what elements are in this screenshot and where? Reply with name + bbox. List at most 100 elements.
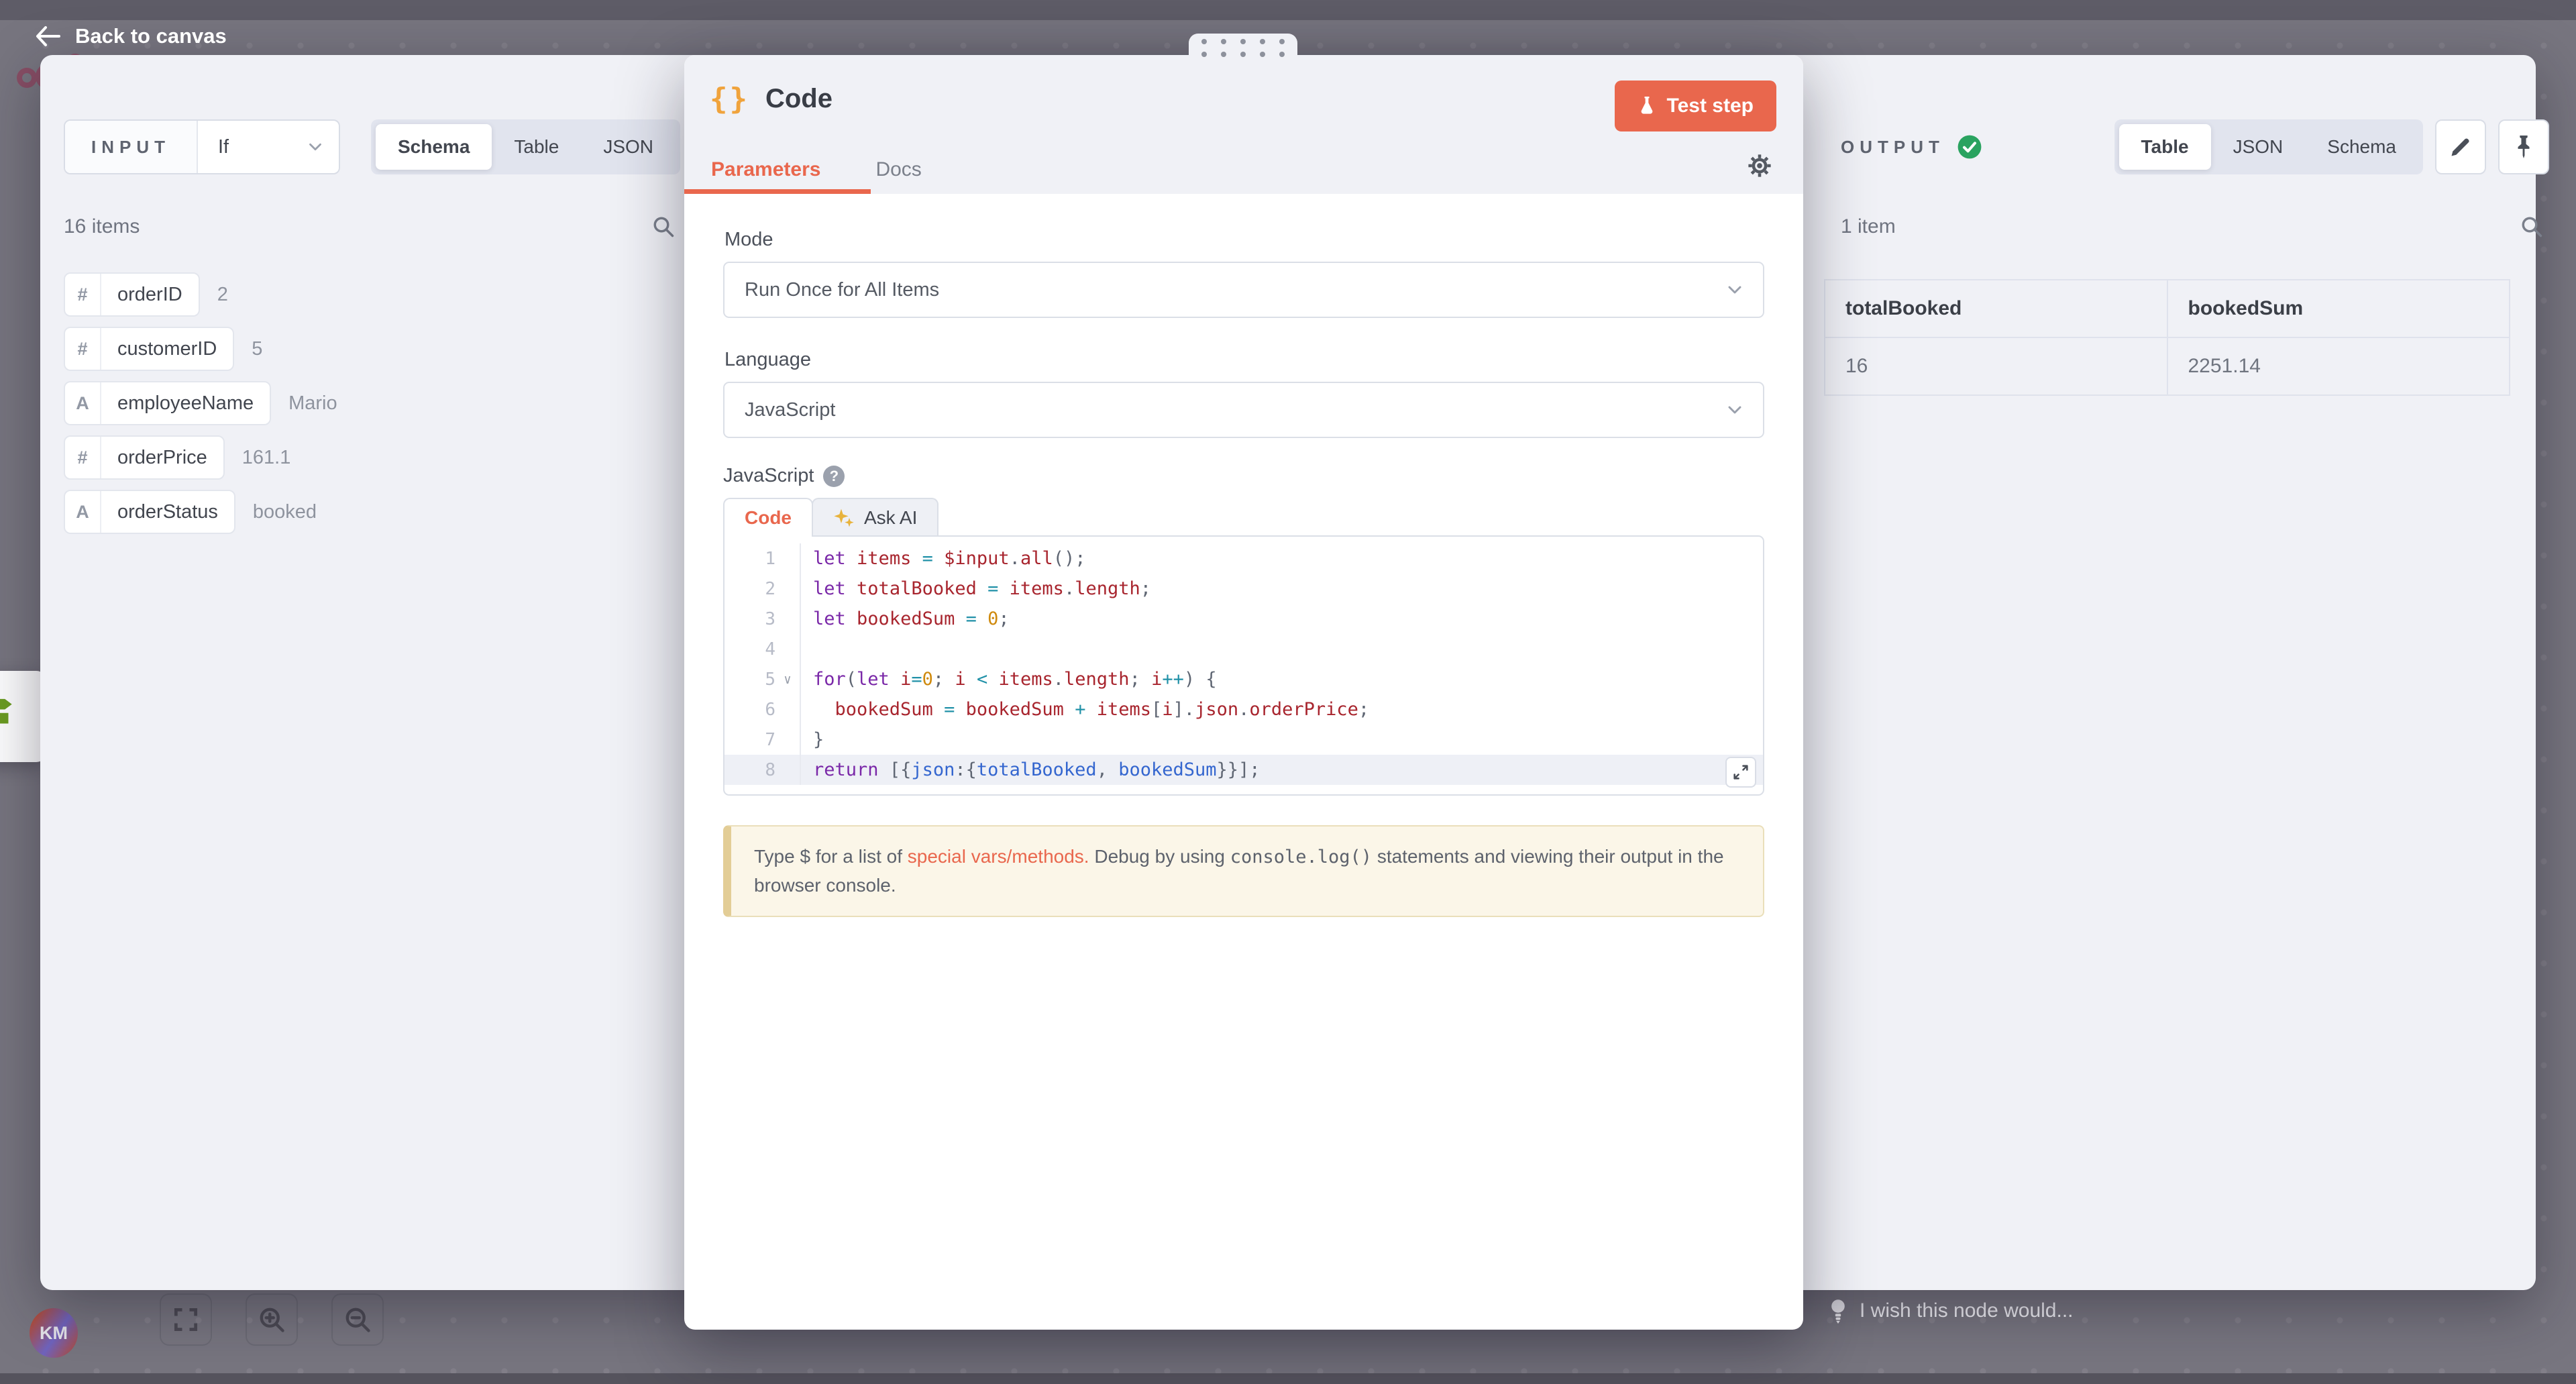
- node-feedback-link[interactable]: I wish this node would...: [1829, 1297, 2074, 1324]
- schema-field-pill[interactable]: # orderID: [64, 272, 200, 317]
- schema-field-pill[interactable]: A employeeName: [64, 381, 271, 425]
- code-node-modal: {} Code Test step Parameters Docs: [684, 55, 1803, 1330]
- code-line[interactable]: 4: [724, 634, 1763, 664]
- gear-icon: [1746, 152, 1774, 180]
- editor-gutter: 6: [724, 694, 801, 725]
- field-type-icon: #: [65, 274, 101, 315]
- output-tab-schema[interactable]: Schema: [2305, 124, 2418, 170]
- output-cell: 16: [1825, 337, 2167, 395]
- if-node-icon: [0, 694, 23, 739]
- schema-field-pill[interactable]: A orderStatus: [64, 490, 235, 534]
- editor-tab-ask-ai[interactable]: Ask AI: [812, 498, 938, 537]
- line-number: 1: [731, 549, 775, 569]
- input-view-tabs: Schema Table JSON: [371, 119, 680, 174]
- schema-field-row: A employeeName Mario: [64, 381, 337, 425]
- ask-ai-label: Ask AI: [864, 507, 917, 529]
- code-line[interactable]: 1 let items = $input.all();: [724, 543, 1763, 574]
- output-tab-table[interactable]: Table: [2119, 124, 2211, 170]
- avatar-initials: KM: [40, 1323, 68, 1344]
- zoom-out-icon: [343, 1305, 372, 1334]
- editor-gutter: 8: [724, 755, 801, 785]
- code-text: return [{json:{totalBooked, bookedSum}}]…: [801, 759, 1260, 780]
- field-name: employeeName: [101, 382, 270, 424]
- line-number: 6: [731, 700, 775, 720]
- code-editor[interactable]: 1 let items = $input.all(); 2 let totalB…: [723, 535, 1764, 796]
- code-line[interactable]: 3 let bookedSum = 0;: [724, 604, 1763, 634]
- code-line[interactable]: 2 let totalBooked = items.length;: [724, 574, 1763, 604]
- output-column-header: totalBooked: [1825, 280, 2167, 337]
- back-to-canvas-link[interactable]: Back to canvas: [35, 24, 227, 48]
- test-step-button[interactable]: Test step: [1615, 81, 1776, 131]
- expand-editor-button[interactable]: [1725, 757, 1756, 788]
- field-value: 161.1: [242, 447, 291, 469]
- user-avatar[interactable]: KM: [30, 1308, 78, 1358]
- input-tab-table[interactable]: Table: [492, 124, 581, 170]
- back-to-canvas-label: Back to canvas: [75, 24, 227, 48]
- schema-field-row: A orderStatus booked: [64, 490, 337, 534]
- editor-label: JavaScript: [723, 465, 814, 487]
- code-line[interactable]: 7 }: [724, 725, 1763, 755]
- fit-view-icon: [171, 1305, 201, 1334]
- hint-code: console.log(): [1230, 847, 1372, 867]
- line-number: 4: [731, 639, 775, 659]
- field-value: Mario: [288, 392, 337, 415]
- window-bottom-strip: [0, 1373, 2576, 1384]
- chevron-down-icon: [1724, 279, 1746, 301]
- pin-data-button[interactable]: [2498, 119, 2549, 174]
- schema-field-row: # customerID 5: [64, 327, 337, 371]
- field-value: 5: [252, 338, 262, 360]
- code-node-icon: {}: [710, 82, 749, 116]
- edit-output-button[interactable]: [2435, 119, 2486, 174]
- code-line[interactable]: 6 bookedSum = bookedSum + items[i].json.…: [724, 694, 1763, 725]
- search-icon[interactable]: [2520, 215, 2544, 239]
- output-tab-json[interactable]: JSON: [2211, 124, 2306, 170]
- node-feedback-label: I wish this node would...: [1860, 1299, 2074, 1322]
- code-line[interactable]: 5 ∨ for(let i=0; i < items.length; i++) …: [724, 664, 1763, 694]
- tab-parameters[interactable]: Parameters: [711, 158, 820, 181]
- output-cell: 2251.14: [2167, 337, 2510, 395]
- language-select[interactable]: JavaScript: [723, 382, 1764, 438]
- input-source-combo: INPUT If: [64, 119, 340, 174]
- output-panel: OUTPUT Table JSON Schema 1: [1803, 55, 2576, 1290]
- field-name: orderID: [101, 274, 199, 315]
- schema-field-pill[interactable]: # orderPrice: [64, 435, 225, 480]
- field-name: customerID: [101, 328, 233, 370]
- chevron-down-icon: [305, 137, 325, 157]
- success-check-icon: [1957, 134, 1982, 160]
- code-text: bookedSum = bookedSum + items[i].json.or…: [801, 699, 1369, 720]
- field-type-icon: A: [65, 382, 101, 424]
- search-icon[interactable]: [651, 215, 676, 239]
- zoom-out-button[interactable]: [331, 1293, 384, 1346]
- output-table: totalBooked bookedSum 16 2251.14: [1824, 279, 2510, 396]
- input-source-select[interactable]: If: [198, 121, 339, 173]
- mode-select[interactable]: Run Once for All Items: [723, 262, 1764, 318]
- drag-dots-icon: [1201, 39, 1285, 57]
- node-settings-button[interactable]: [1746, 152, 1774, 183]
- input-schema-list: # orderID 2 # customerID 5 A: [64, 272, 337, 534]
- editor-tab-code[interactable]: Code: [723, 498, 813, 537]
- modal-header: {} Code Test step Parameters Docs: [684, 55, 1803, 194]
- input-tab-json[interactable]: JSON: [581, 124, 676, 170]
- output-column-header: bookedSum: [2167, 280, 2510, 337]
- zoom-in-button[interactable]: [246, 1293, 298, 1346]
- output-items-count: 1 item: [1841, 215, 1896, 238]
- help-icon[interactable]: ?: [823, 466, 845, 487]
- code-line[interactable]: 8 return [{json:{totalBooked, bookedSum}…: [724, 755, 1763, 785]
- code-text: let items = $input.all();: [801, 548, 1086, 569]
- field-type-icon: A: [65, 491, 101, 533]
- schema-field-row: # orderPrice 161.1: [64, 435, 337, 480]
- fold-chevron-icon: ∨: [775, 672, 800, 687]
- modal-body: Mode Run Once for All Items Language Jav…: [684, 194, 1803, 917]
- window-top-strip: [0, 0, 2576, 20]
- ndv-drag-handle[interactable]: [1189, 34, 1297, 62]
- special-vars-link[interactable]: special vars/methods.: [908, 846, 1089, 867]
- field-name: orderStatus: [101, 491, 234, 533]
- input-tab-schema[interactable]: Schema: [376, 124, 492, 170]
- line-number: 7: [731, 730, 775, 750]
- schema-field-pill[interactable]: # customerID: [64, 327, 234, 371]
- editor-gutter: 1: [724, 543, 801, 574]
- fit-view-button[interactable]: [160, 1293, 212, 1346]
- code-text: }: [801, 729, 824, 750]
- tab-docs[interactable]: Docs: [875, 158, 921, 181]
- chevron-down-icon: [1724, 399, 1746, 421]
